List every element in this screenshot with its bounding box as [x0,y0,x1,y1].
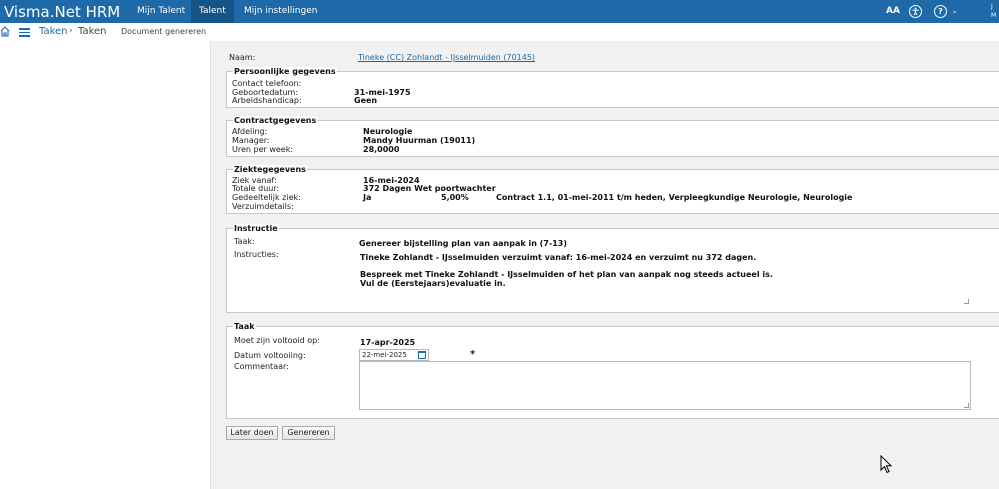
user-initial-1: J [991,3,993,10]
section-legend: Persoonlijke gegevens [233,67,337,76]
text-size-icon[interactable]: AA [886,5,900,18]
taak-label: Taak: [234,237,255,246]
afdeling-value: Neurologie [363,127,413,136]
calendar-icon[interactable] [418,351,426,359]
later-doen-button[interactable]: Later doen [226,426,278,440]
gedeeltelijk-ziek-value: Ja [363,193,372,202]
datum-voltooiing-value: 22-mei-2025 [362,351,407,359]
nav-tab-mijn-instellingen[interactable]: Mijn instellingen [236,0,325,23]
voltooid-op-value: 17-apr-2025 [360,338,416,347]
instructies-textarea[interactable]: Tineke Zohlandt - IJsselmuiden verzuimt … [356,248,971,306]
totale-duur-label: Totale duur: [232,184,280,193]
breadcrumb-current: Taken [78,26,107,37]
commentaar-label: Commentaar: [234,362,289,371]
left-pane [0,41,210,489]
genereren-button[interactable]: Genereren [282,426,335,440]
user-menu[interactable]: J M [991,2,999,20]
instructies-label: Instructies: [234,250,279,259]
home-icon[interactable] [0,26,10,37]
instructie-line-1: Tineke Zohlandt - IJsselmuiden verzuimt … [360,253,757,262]
breadcrumb-taken-link[interactable]: Taken [39,26,68,37]
hamburger-menu-icon[interactable] [19,28,30,37]
telefoon-label: Contact telefoon: [232,79,302,88]
top-bar: Visma.Net HRM Mijn Talent Talent Mijn in… [0,0,999,23]
voltooid-op-label: Moet zijn voltooid op: [234,336,320,345]
contractgegevens-section: Contractgegevens [226,116,999,157]
app-brand[interactable]: Visma.Net HRM [4,3,120,21]
contract-info-value: Contract 1.1, 01-mei-2011 t/m heden, Ver… [496,193,853,202]
arbeidshandicap-value: Geen [354,96,378,105]
help-icon[interactable]: ? [934,5,947,18]
instructie-line-2: Bespreek met Tineke Zohlandt - IJsselmui… [360,270,773,279]
instructie-line-3: Vul de (Eerstejaars)evaluatie in. [360,279,506,288]
accessibility-icon[interactable] [909,5,922,18]
section-legend: Instructie [233,224,279,233]
totale-duur-value: 372 Dagen Wet poortwachter [363,184,496,193]
arbeidshandicap-label: Arbeidshandicap: [232,96,302,105]
ziektegegevens-section: Ziektegegevens [226,165,999,214]
breadcrumb: Taken › Taken Document genereren [0,23,999,41]
gedeeltelijk-ziek-label: Gedeeltelijk ziek: [232,193,301,202]
naam-label: Naam: [229,53,256,62]
afdeling-label: Afdeling: [232,127,268,136]
datum-voltooiing-label: Datum voltooiing: [234,351,306,360]
breadcrumb-separator: › [69,26,73,36]
mouse-pointer-icon [880,454,894,475]
resize-grip-icon[interactable] [964,299,969,304]
taak-value: Genereer bijstelling plan van aanpak in … [359,239,568,248]
user-initial-2: M [991,12,997,19]
resize-grip-icon[interactable] [964,403,969,408]
section-legend: Contractgegevens [233,116,318,125]
required-marker: * [470,349,476,360]
uren-label: Uren per week: [232,145,294,154]
percentage-value: 5,00% [441,193,469,202]
manager-value: Mandy Huurman (19011) [363,136,476,145]
section-legend: Ziektegegevens [233,165,307,174]
commentaar-textarea[interactable] [359,361,971,410]
verzuimdetails-label: Verzuimdetails: [232,202,294,211]
manager-label: Manager: [232,136,270,145]
employee-name-link[interactable]: Tineke (CC) Zohlandt - IJsselmuiden (701… [358,53,535,62]
datum-voltooiing-input[interactable]: 22-mei-2025 [359,349,429,361]
page-subtitle: Document genereren [121,27,207,36]
chevron-down-icon[interactable]: ⌄ [948,5,961,18]
nav-tab-talent[interactable]: Talent [191,0,234,23]
nav-tab-mijn-talent[interactable]: Mijn Talent [129,0,193,23]
persoonlijke-gegevens-section: Persoonlijke gegevens [226,67,999,108]
uren-value: 28,0000 [363,145,400,154]
section-legend: Taak [233,322,256,331]
